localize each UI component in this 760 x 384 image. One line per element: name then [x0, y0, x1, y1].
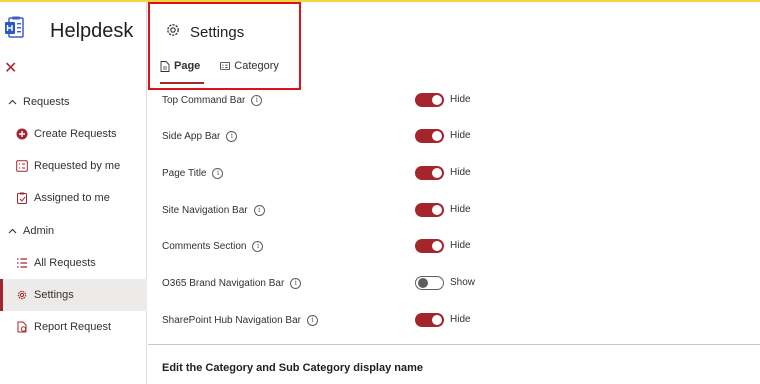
- toggle-state-label: Hide: [450, 130, 471, 141]
- nav-item-all-requests[interactable]: All Requests: [0, 247, 147, 279]
- list-icon: [16, 257, 28, 269]
- info-icon[interactable]: i: [251, 94, 263, 106]
- nav-group-label: Requests: [23, 96, 70, 108]
- toggle-knob: [432, 131, 442, 141]
- toggle-state-label: Hide: [450, 94, 471, 105]
- setting-label: SharePoint Hub Navigation Bar: [162, 314, 301, 326]
- setting-label: Site Navigation Bar: [162, 204, 248, 216]
- nav-group-requests[interactable]: Requests: [0, 90, 147, 114]
- setting-label: Comments Section: [162, 240, 247, 252]
- close-icon[interactable]: ✕: [4, 61, 18, 77]
- chevron-up-icon: [7, 99, 17, 105]
- toggle-knob: [432, 315, 442, 325]
- setting-row-page-title: Page Title i Hide: [162, 163, 722, 183]
- setting-row-side-app-bar: Side App Bar i Hide: [162, 126, 722, 146]
- setting-label: Side App Bar: [162, 130, 221, 142]
- report-icon: [16, 321, 28, 333]
- setting-row-o365-brand-navigation-bar: O365 Brand Navigation Bar i Show: [162, 273, 722, 293]
- nav-item-label: Requested by me: [34, 160, 121, 172]
- info-icon[interactable]: i: [253, 204, 265, 216]
- app-title: Helpdesk: [50, 20, 134, 42]
- toggle-state-label: Hide: [450, 204, 471, 215]
- nav-item-label: Report Request: [34, 321, 112, 333]
- site-navigation-bar-toggle[interactable]: [415, 203, 444, 217]
- toggle-knob: [432, 95, 442, 105]
- info-icon[interactable]: i: [252, 240, 264, 252]
- chevron-up-icon: [7, 228, 17, 234]
- setting-row-top-command-bar: Top Command Bar i Hide: [162, 90, 722, 110]
- nav-item-report-request[interactable]: Report Request: [0, 311, 147, 343]
- toggle-state-label: Hide: [450, 314, 471, 325]
- setting-label: O365 Brand Navigation Bar: [162, 277, 285, 289]
- o365-brand-navigation-bar-toggle[interactable]: [415, 276, 444, 290]
- setting-row-site-navigation-bar: Site Navigation Bar i Hide: [162, 200, 722, 220]
- info-icon[interactable]: i: [290, 277, 302, 289]
- clipboard-icon: [16, 192, 28, 204]
- nav-item-label: Create Requests: [34, 128, 117, 140]
- toggle-state-label: Hide: [450, 167, 471, 178]
- toggle-knob: [432, 205, 442, 215]
- section-title: Edit the Category and Sub Category displ…: [162, 362, 423, 374]
- info-icon[interactable]: i: [306, 314, 318, 326]
- toggle-state-label: Show: [450, 277, 476, 288]
- highlight-annotation-box: [148, 2, 301, 90]
- side-app-bar-toggle[interactable]: [415, 129, 444, 143]
- nav-item-settings[interactable]: Settings: [0, 279, 147, 311]
- section-divider: [148, 344, 760, 345]
- add-circle-icon: [16, 128, 28, 140]
- setting-row-sharepoint-hub-navigation-bar: SharePoint Hub Navigation Bar i Hide: [162, 310, 722, 330]
- setting-label: Page Title: [162, 167, 207, 179]
- nav-group-label: Admin: [23, 225, 55, 237]
- toggle-knob: [432, 241, 442, 251]
- top-command-bar-toggle[interactable]: [415, 93, 444, 107]
- nav-item-label: Assigned to me: [34, 192, 110, 204]
- toggle-state-label: Hide: [450, 240, 471, 251]
- sharepoint-hub-navigation-bar-toggle[interactable]: [415, 313, 444, 327]
- setting-label: Top Command Bar: [162, 94, 246, 106]
- setting-row-comments-section: Comments Section i Hide: [162, 236, 722, 256]
- nav-item-create-requests[interactable]: Create Requests: [0, 118, 147, 150]
- sidebar: Helpdesk ✕ Requests Create Requests Requ…: [0, 2, 147, 384]
- toggle-knob: [418, 278, 428, 288]
- nav-item-label: All Requests: [34, 257, 96, 269]
- page-title-toggle[interactable]: [415, 166, 444, 180]
- comments-section-toggle[interactable]: [415, 239, 444, 253]
- app-logo-icon: [4, 16, 26, 40]
- nav-group-admin[interactable]: Admin: [0, 219, 147, 243]
- nav-item-assigned-to-me[interactable]: Assigned to me: [0, 182, 147, 214]
- info-icon[interactable]: i: [226, 130, 238, 142]
- info-icon[interactable]: i: [212, 167, 224, 179]
- nav-item-requested-by-me[interactable]: Requested by me: [0, 150, 147, 182]
- gear-icon: [16, 289, 28, 301]
- checklist-icon: [16, 160, 28, 172]
- toggle-knob: [432, 168, 442, 178]
- nav-item-label: Settings: [34, 289, 74, 301]
